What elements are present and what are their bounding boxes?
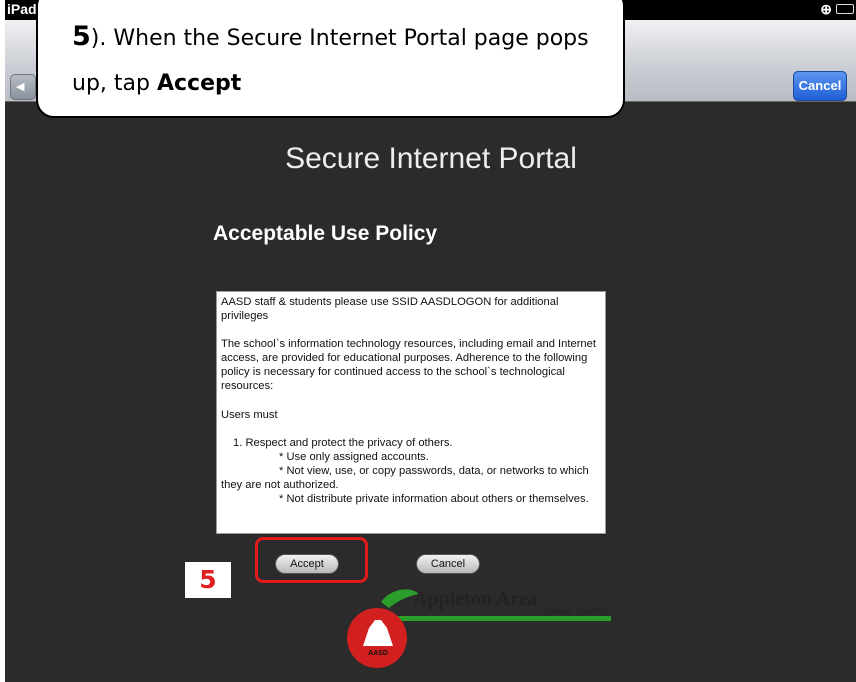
policy-line: AASD staff & students please use SSID AA… xyxy=(221,296,559,323)
carrier-label: iPad xyxy=(7,1,37,17)
policy-line: Users must xyxy=(221,408,278,421)
policy-line: * Not view, use, or copy passwords, data… xyxy=(221,464,601,492)
policy-spacer xyxy=(221,323,601,337)
cancel-button[interactable]: Cancel xyxy=(416,554,480,574)
battery-icon xyxy=(836,4,854,14)
policy-heading: Acceptable Use Policy xyxy=(213,222,438,245)
policy-line-text: * Not view, use, or copy passwords, data… xyxy=(221,464,589,491)
callout-text: ). When the Secure Internet Portal page … xyxy=(72,26,589,96)
logo-badge: AASD xyxy=(368,650,388,657)
back-arrow-icon: ◀ xyxy=(16,81,25,93)
ipad-screen: iPad ⊕ ◀ Cancel Secure Internet Portal A… xyxy=(5,0,856,682)
logo-title: Appleton Area xyxy=(413,588,538,610)
callout-emphasis: Accept xyxy=(156,71,242,96)
policy-line: 1. Respect and protect the privacy of ot… xyxy=(233,436,453,449)
policy-line: * Not distribute private information abo… xyxy=(279,493,589,506)
page-title: Secure Internet Portal xyxy=(285,142,577,175)
appleton-area-logo: AASD Appleton Area School District xyxy=(347,588,611,668)
back-button[interactable]: ◀ xyxy=(10,74,36,100)
policy-line: * Use only assigned accounts. xyxy=(279,450,429,463)
policy-spacer xyxy=(221,422,601,436)
policy-spacer xyxy=(221,394,601,408)
policy-textarea[interactable]: AASD staff & students please use SSID AA… xyxy=(216,291,606,534)
instruction-callout: 5). When the Secure Internet Portal page… xyxy=(36,0,625,118)
logo-subtitle: School District xyxy=(543,605,610,617)
accept-highlight-box xyxy=(255,537,368,583)
policy-line: The school`s information technology reso… xyxy=(221,338,596,393)
callout-step-number: 5 xyxy=(72,21,91,52)
toolbar-cancel-button[interactable]: Cancel xyxy=(793,71,847,101)
step-number-label: 5 xyxy=(185,562,231,598)
orientation-lock-icon: ⊕ xyxy=(820,1,832,17)
